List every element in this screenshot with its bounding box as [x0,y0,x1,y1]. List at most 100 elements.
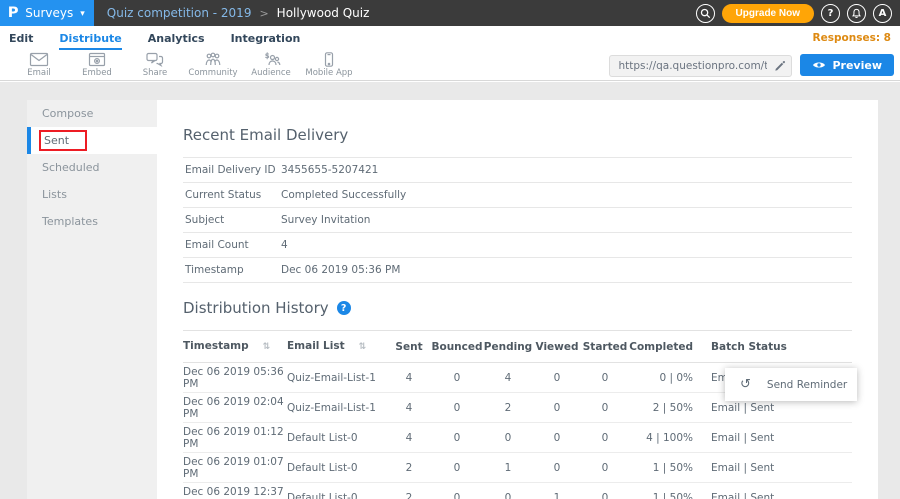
cell-started: 0 [581,453,629,483]
cell-actions [816,453,852,483]
svg-text:$: $ [265,52,269,60]
col-label: Email List [287,340,345,352]
col-actions [816,331,852,363]
cell-batch-status: Email | Sent [693,423,816,453]
survey-url-input[interactable] [609,55,792,77]
breadcrumb-parent-link[interactable]: Quiz competition - 2019 [107,6,252,20]
detail-label: Timestamp [183,258,279,283]
sent-panel: Recent Email Delivery Email Delivery ID … [157,100,878,499]
tab-integration[interactable]: Integration [231,26,301,50]
table-row: Timestamp Dec 06 2019 05:36 PM [183,258,852,283]
cell-pending: 0 [483,483,533,499]
channel-mobile-app[interactable]: Mobile App [300,52,358,78]
channel-embed[interactable]: Embed [68,52,126,78]
toolbar-right: Preview [609,54,900,77]
cell-sent: 4 [387,363,431,393]
edit-url-button[interactable] [773,58,786,77]
cell-batch-status: Email | Sent [693,483,816,499]
recent-delivery-title: Recent Email Delivery [183,126,852,144]
channel-label: Embed [82,68,112,78]
detail-label: Subject [183,208,279,233]
channel-share[interactable]: Share [126,52,184,78]
cell-timestamp: Dec 06 2019 12:37 PM [183,483,287,499]
detail-value: Survey Invitation [279,208,852,233]
cell-bounced: 0 [431,483,483,499]
cell-sent: 4 [387,423,431,453]
preview-button[interactable]: Preview [800,54,894,76]
col-email-list: Email List ⇅ [287,331,387,363]
cell-email-list: Default List-0 [287,423,387,453]
email-icon [28,52,50,67]
channel-community[interactable]: Community [184,52,242,78]
channel-email[interactable]: Email [10,52,68,78]
distribution-history-help-icon[interactable]: ? [337,301,351,315]
cell-timestamp: Dec 06 2019 01:07 PM [183,453,287,483]
cell-viewed: 0 [533,453,581,483]
content-area: Compose Sent Scheduled Lists Templates R… [0,82,900,499]
send-reminder-icon: ↺ [740,377,751,392]
cell-timestamp: Dec 06 2019 05:36 PM [183,363,287,393]
detail-value: Dec 06 2019 05:36 PM [279,258,852,283]
channel-label: Share [143,68,168,78]
table-row: Subject Survey Invitation [183,208,852,233]
cell-actions [816,483,852,499]
col-started: Started [581,331,629,363]
col-completed: Completed [629,331,693,363]
cell-pending: 2 [483,393,533,423]
sort-icon[interactable]: ⇅ [359,342,367,352]
table-row: Dec 06 2019 01:07 PM Default List-0 2 0 … [183,453,852,483]
channel-audience[interactable]: $ Audience [242,52,300,78]
sidebar-item-compose[interactable]: Compose [27,100,157,127]
tab-analytics[interactable]: Analytics [148,26,205,50]
detail-value: Completed Successfully [279,183,852,208]
survey-url-box [609,54,792,77]
embed-icon [86,52,108,67]
channel-label: Audience [251,68,290,78]
cell-started: 0 [581,393,629,423]
avatar[interactable]: A [873,4,892,23]
col-pending: Pending [483,331,533,363]
row-menu-popup: ↺ Send Reminder [725,368,857,401]
eye-icon [812,60,826,70]
channel-label: Mobile App [305,68,352,78]
tab-distribute[interactable]: Distribute [59,26,121,50]
sidebar-item-lists[interactable]: Lists [27,181,157,208]
surveys-menu[interactable]: P Surveys ▾ [0,0,94,26]
sent-sidebar: Compose Sent Scheduled Lists Templates [27,100,157,499]
cell-email-list: Quiz-Email-List-1 [287,363,387,393]
upgrade-now-button[interactable]: Upgrade Now [722,4,814,23]
menu-item-send-reminder[interactable]: Send Reminder [767,379,847,391]
cell-sent: 2 [387,453,431,483]
surveys-menu-label: Surveys [25,6,73,20]
cell-actions [816,423,852,453]
search-button[interactable] [696,4,715,23]
sidebar-item-templates[interactable]: Templates [27,208,157,235]
breadcrumb: Quiz competition - 2019 > Hollywood Quiz [107,6,370,20]
sidebar-item-scheduled[interactable]: Scheduled [27,154,157,181]
help-button[interactable]: ? [821,4,840,23]
table-row: Current Status Completed Successfully [183,183,852,208]
notifications-button[interactable] [847,4,866,23]
cell-completed: 1 | 50% [629,483,693,499]
col-batch-status: Batch Status [693,331,816,363]
responses-count-link[interactable]: Responses: 8 [813,32,891,44]
table-header-row: Timestamp⇅ Email List⇅ Sent Bounced Pend… [183,331,852,363]
cell-timestamp: Dec 06 2019 01:12 PM [183,423,287,453]
col-bounced: Bounced [431,331,483,363]
detail-label: Email Delivery ID [183,158,279,183]
distribution-history-title: Distribution History ? [183,299,852,317]
cell-completed: 0 | 0% [629,363,693,393]
cell-batch-status: Email | Sent [693,453,816,483]
tab-edit[interactable]: Edit [9,26,33,50]
chevron-down-icon: ▾ [80,9,85,19]
breadcrumb-separator-icon: > [259,7,268,20]
cell-viewed: 1 [533,483,581,499]
col-label: Timestamp [183,340,249,352]
sort-icon[interactable]: ⇅ [263,342,271,352]
sidebar-item-sent[interactable]: Sent [27,127,157,154]
distribution-history-table: Timestamp⇅ Email List⇅ Sent Bounced Pend… [183,330,852,499]
preview-button-label: Preview [832,59,882,72]
channel-label: Community [188,68,237,78]
cell-pending: 0 [483,423,533,453]
questionpro-logo-icon: P [8,5,19,21]
